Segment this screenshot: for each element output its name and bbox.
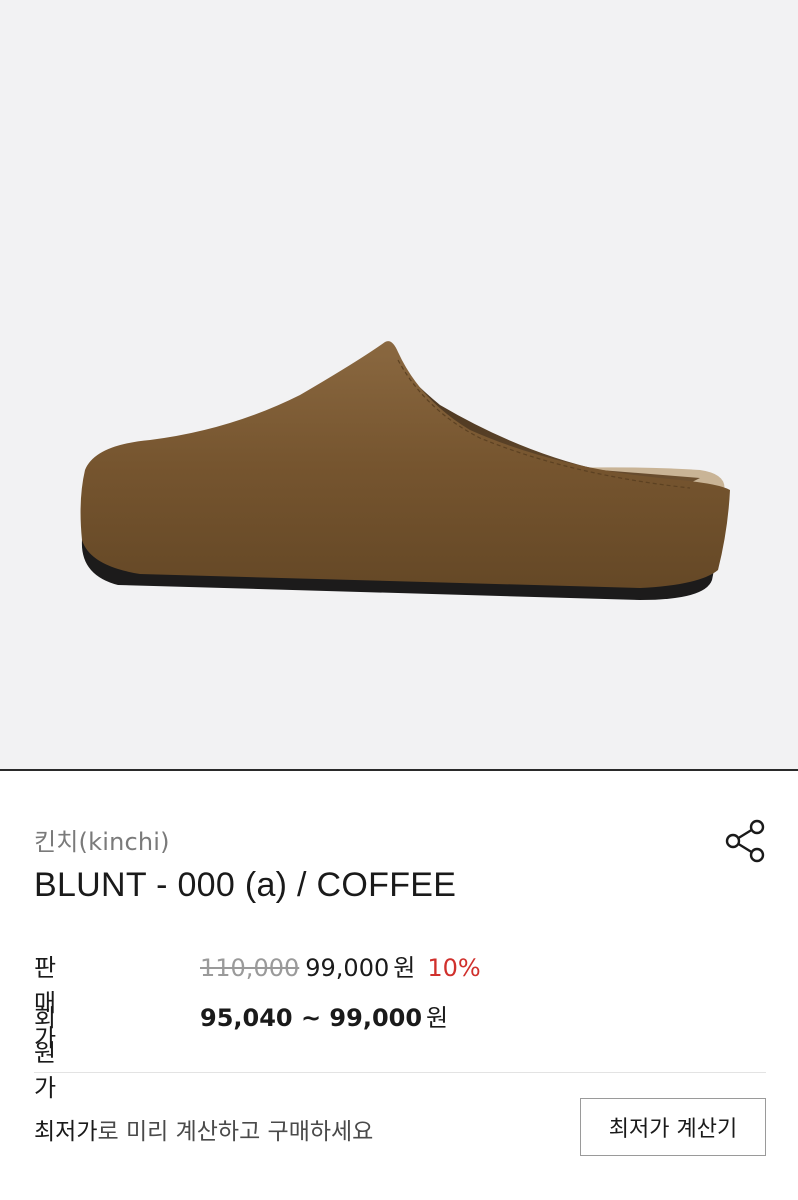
sale-price-values: 110,000 99,000 원 10% <box>200 948 481 983</box>
sale-price: 99,000 <box>305 954 390 982</box>
member-currency-unit: 원 <box>426 1004 449 1032</box>
section-divider <box>34 1072 766 1073</box>
original-price: 110,000 <box>200 954 300 982</box>
share-icon[interactable] <box>720 816 770 866</box>
lowest-price-keyword: 최저가 <box>34 1119 98 1145</box>
currency-unit: 원 <box>393 954 416 982</box>
member-price-values: 95,040 ~ 99,000 원 <box>200 998 448 1033</box>
discount-rate: 10% <box>427 954 481 982</box>
member-price-label: 회원가 <box>34 1004 57 1102</box>
brand-name[interactable]: 킨치(kinchi) <box>34 822 170 857</box>
lowest-price-prompt: 최저가로 미리 계산하고 구매하세요 <box>34 1112 373 1146</box>
hero-divider <box>0 769 798 771</box>
shoe-illustration <box>80 341 730 600</box>
lowest-price-calculator-button[interactable]: 최저가 계산기 <box>580 1098 766 1156</box>
lowest-price-description: 로 미리 계산하고 구매하세요 <box>97 1119 374 1145</box>
member-price-range: 95,040 ~ 99,000 <box>200 1004 423 1032</box>
product-title: BLUNT - 000 (a) / COFFEE <box>34 866 457 904</box>
product-image[interactable] <box>0 0 798 770</box>
